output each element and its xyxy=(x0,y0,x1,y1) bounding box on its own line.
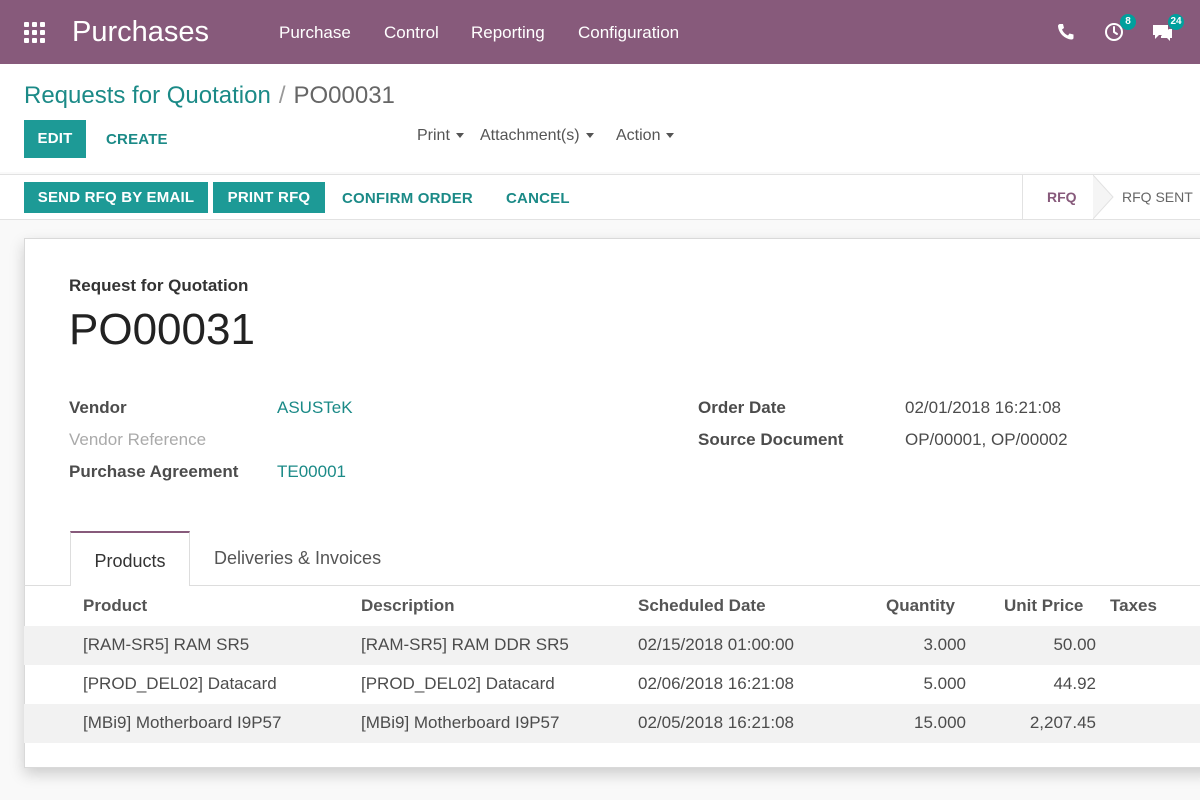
edit-button[interactable]: EDIT xyxy=(24,120,86,158)
print-dropdown[interactable]: Print xyxy=(417,127,464,145)
document-type: Request for Quotation xyxy=(69,276,249,295)
column-header-unit-price[interactable]: Unit Price xyxy=(1004,596,1083,616)
menu-reporting[interactable]: Reporting xyxy=(471,22,545,44)
cell-description: [MBi9] Motherboard I9P57 xyxy=(361,713,560,732)
cell-unit-price: 2,207.45 xyxy=(1029,713,1096,732)
order-date-label: Order Date xyxy=(698,398,786,417)
cell-scheduled-date: 02/06/2018 16:21:08 xyxy=(638,674,794,693)
document-name: PO00031 xyxy=(69,305,255,354)
menu-configuration[interactable]: Configuration xyxy=(578,22,679,44)
cell-product: [RAM-SR5] RAM SR5 xyxy=(83,635,250,654)
cell-quantity: 15.000 xyxy=(914,713,966,732)
print-dropdown-label: Print xyxy=(417,127,450,144)
column-header-product[interactable]: Product xyxy=(83,596,147,616)
source-document-label: Source Document xyxy=(698,430,844,449)
apps-grid-icon[interactable] xyxy=(24,22,46,44)
cell-description: [PROD_DEL02] Datacard xyxy=(361,674,555,693)
caret-down-icon xyxy=(585,133,594,139)
tabs-divider xyxy=(24,585,1200,586)
caret-down-icon xyxy=(666,133,675,139)
caret-down-icon xyxy=(455,133,464,139)
stage-rfq-sent[interactable]: RFQ SENT xyxy=(1122,189,1193,205)
column-header-quantity[interactable]: Quantity xyxy=(886,596,955,616)
create-button[interactable]: CREATE xyxy=(106,131,168,148)
tab-deliveries-invoices[interactable]: Deliveries & Invoices xyxy=(214,548,381,569)
action-dropdown[interactable]: Action xyxy=(616,127,675,145)
chat-icon[interactable]: 24 xyxy=(1150,14,1184,44)
app-title: Purchases xyxy=(72,16,210,48)
cell-scheduled-date: 02/15/2018 01:00:00 xyxy=(638,635,794,654)
vendor-label: Vendor xyxy=(69,398,127,417)
cancel-button[interactable]: CANCEL xyxy=(506,190,570,207)
message-count-badge: 24 xyxy=(1168,14,1184,30)
attachments-dropdown[interactable]: Attachment(s) xyxy=(480,127,594,145)
cell-product: [MBi9] Motherboard I9P57 xyxy=(83,713,282,732)
purchase-agreement-label: Purchase Agreement xyxy=(69,462,239,481)
source-document-value: OP/00001, OP/00002 xyxy=(905,430,1068,449)
stage-arrow-icon xyxy=(1093,175,1114,219)
breadcrumb-current: PO00031 xyxy=(293,82,395,109)
print-rfq-button[interactable]: PRINT RFQ xyxy=(213,182,325,213)
confirm-order-button[interactable]: CONFIRM ORDER xyxy=(342,190,473,207)
clock-icon[interactable]: 8 xyxy=(1102,14,1136,44)
phone-icon[interactable] xyxy=(1054,20,1078,44)
top-navbar: Purchases Purchase Control Reporting Con… xyxy=(0,0,1200,64)
activity-count-badge: 8 xyxy=(1120,14,1136,30)
table-row[interactable]: [PROD_DEL02] Datacard [PROD_DEL02] Datac… xyxy=(24,665,1200,704)
action-dropdown-label: Action xyxy=(616,127,661,144)
cell-unit-price: 50.00 xyxy=(1053,635,1096,654)
table-row[interactable]: [MBi9] Motherboard I9P57 [MBi9] Motherbo… xyxy=(24,704,1200,743)
cell-quantity: 5.000 xyxy=(923,674,966,693)
stage-pipeline: RFQ RFQ SENT xyxy=(1022,175,1200,219)
menu-control[interactable]: Control xyxy=(384,22,439,44)
vendor-value[interactable]: ASUSTeK xyxy=(277,398,353,418)
breadcrumb-separator: / xyxy=(278,82,286,109)
cell-description: [RAM-SR5] RAM DDR SR5 xyxy=(361,635,569,654)
tab-products[interactable]: Products xyxy=(70,531,190,586)
vendor-reference-label: Vendor Reference xyxy=(69,430,207,449)
stage-rfq[interactable]: RFQ xyxy=(1047,189,1077,205)
cell-scheduled-date: 02/05/2018 16:21:08 xyxy=(638,713,794,732)
cell-unit-price: 44.92 xyxy=(1053,674,1096,693)
breadcrumb-parent[interactable]: Requests for Quotation xyxy=(24,82,271,109)
cell-product: [PROD_DEL02] Datacard xyxy=(83,674,277,693)
purchase-agreement-value[interactable]: TE00001 xyxy=(277,462,346,482)
send-rfq-email-button[interactable]: SEND RFQ BY EMAIL xyxy=(24,182,208,213)
cell-quantity: 3.000 xyxy=(923,635,966,654)
order-date-value: 02/01/2018 16:21:08 xyxy=(905,398,1061,417)
attachments-dropdown-label: Attachment(s) xyxy=(480,127,580,144)
column-header-taxes[interactable]: Taxes xyxy=(1110,596,1157,616)
column-header-description[interactable]: Description xyxy=(361,596,455,616)
menu-purchase[interactable]: Purchase xyxy=(279,22,351,44)
column-header-scheduled-date[interactable]: Scheduled Date xyxy=(638,596,766,616)
table-row[interactable]: [RAM-SR5] RAM SR5 [RAM-SR5] RAM DDR SR5 … xyxy=(24,626,1200,665)
breadcrumb: Requests for Quotation / PO00031 xyxy=(24,81,395,111)
